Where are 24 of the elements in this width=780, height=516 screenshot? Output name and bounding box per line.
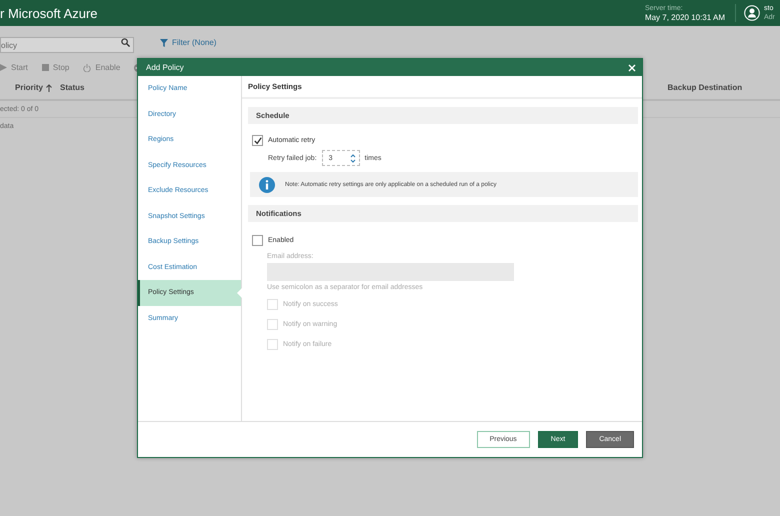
filter-link[interactable]: Filter (None) bbox=[160, 38, 216, 47]
column-header[interactable]: Status bbox=[60, 83, 84, 92]
server-time: May 7, 2020 10:31 AM bbox=[644, 13, 725, 22]
search-field[interactable]: olicy bbox=[0, 37, 134, 53]
stop-button[interactable]: Stop bbox=[42, 63, 70, 72]
app-title: r Microsoft Azure bbox=[0, 6, 98, 20]
up-down-arrows-icon[interactable] bbox=[350, 152, 356, 164]
close-icon[interactable] bbox=[628, 64, 636, 72]
power-icon bbox=[83, 64, 92, 72]
checkbox[interactable] bbox=[252, 235, 263, 246]
sort-arrow-icon bbox=[46, 84, 52, 92]
enable-button[interactable]: Enable bbox=[83, 63, 120, 72]
funnel-icon bbox=[160, 38, 168, 46]
info-icon bbox=[259, 176, 275, 192]
dialog-title: Add Policy bbox=[146, 63, 184, 72]
stop-icon bbox=[42, 64, 49, 71]
column-header[interactable]: Backup Destination bbox=[667, 83, 742, 92]
start-button[interactable]: Start bbox=[0, 63, 28, 72]
search-icon[interactable] bbox=[121, 38, 130, 47]
checkmark-icon bbox=[254, 136, 262, 144]
user-avatar-icon[interactable] bbox=[744, 5, 760, 21]
checkbox[interactable] bbox=[252, 135, 263, 146]
column-header[interactable]: Priority bbox=[15, 83, 52, 92]
play-icon bbox=[0, 64, 7, 71]
